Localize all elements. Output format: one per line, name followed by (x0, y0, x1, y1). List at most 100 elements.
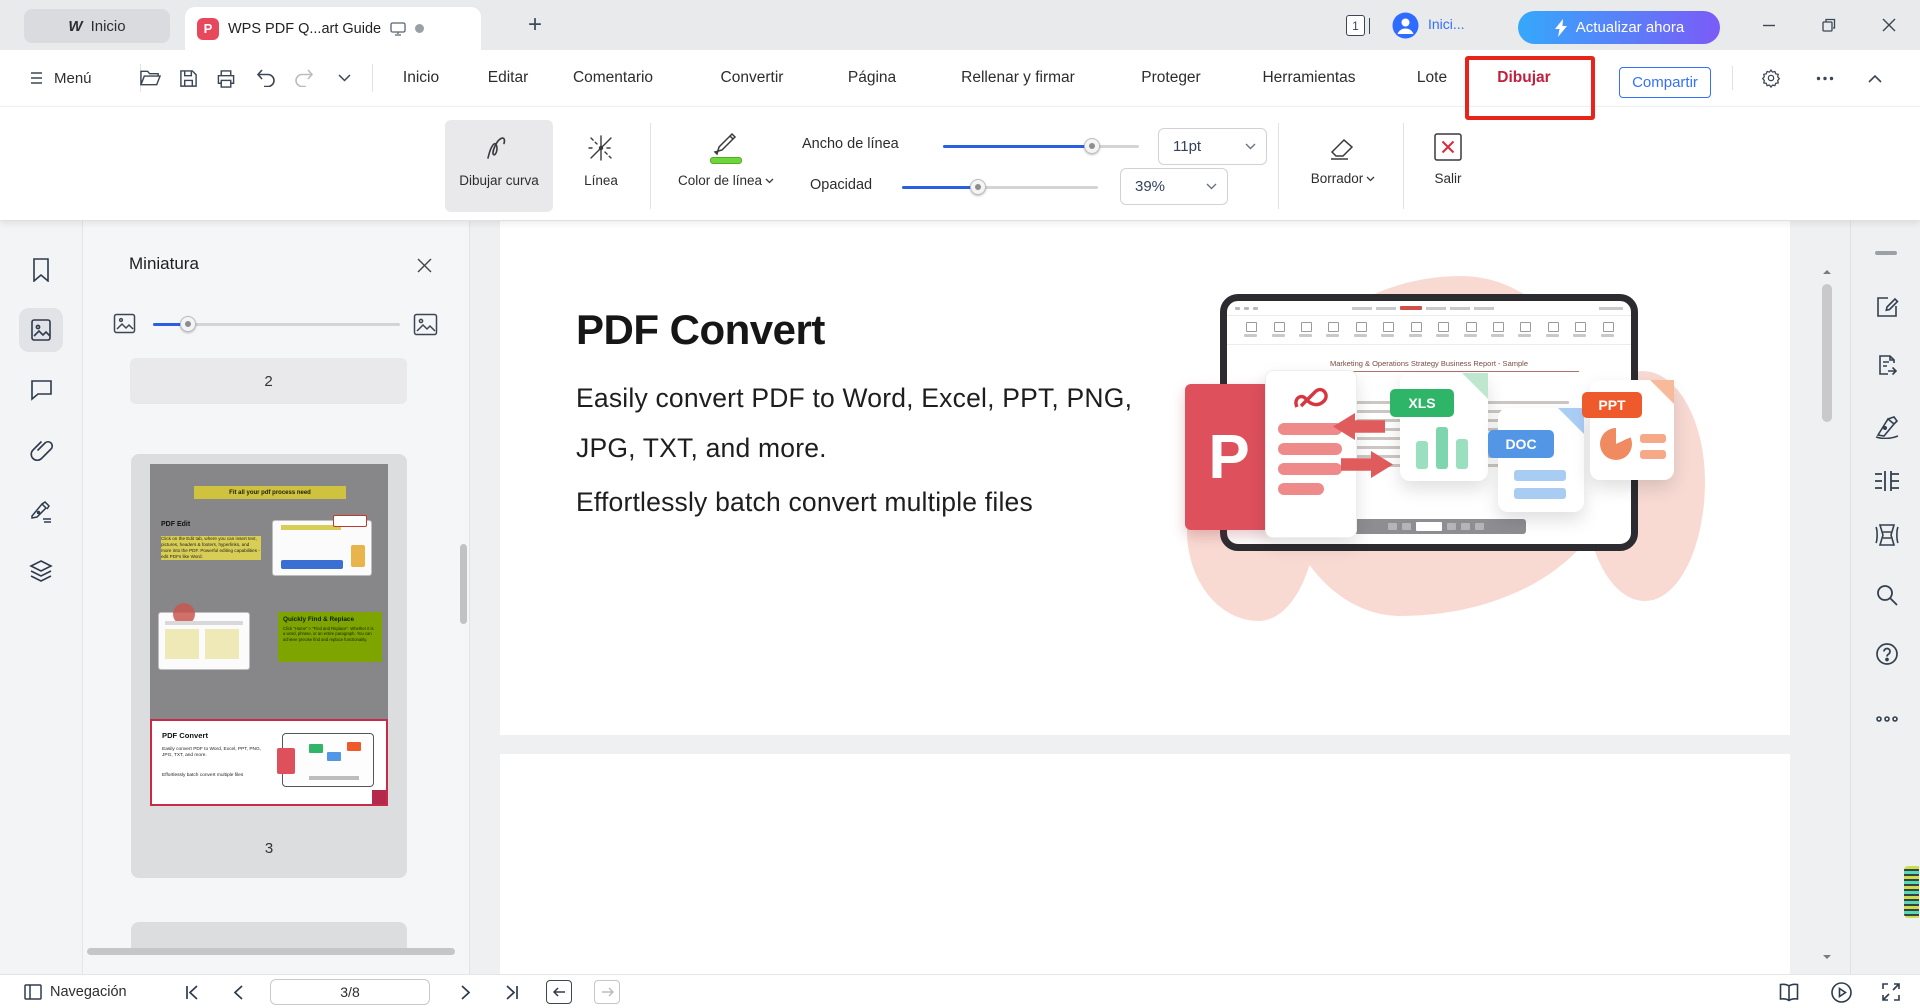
slider-thumb[interactable] (179, 316, 196, 332)
tab-convertir[interactable]: Convertir (712, 65, 792, 91)
xls-badge: XLS (1390, 389, 1454, 417)
next-page-button[interactable] (452, 980, 480, 1004)
thumbnail-zoom-slider[interactable] (153, 316, 400, 332)
thumb-convert-line2: Effortlessly batch convert multiple file… (162, 773, 244, 778)
line-width-slider[interactable] (943, 138, 1139, 154)
undo-button[interactable] (253, 65, 279, 91)
eraser-icon (1330, 138, 1354, 160)
home-tab[interactable]: W Inicio (24, 9, 170, 43)
signature-icon[interactable] (19, 489, 63, 533)
tab-proteger[interactable]: Proteger (1128, 65, 1214, 91)
arrow-left-icon (1333, 413, 1385, 440)
opacity-slider[interactable] (902, 179, 1098, 195)
tab-rellenar-y-firmar[interactable]: Rellenar y firmar (938, 65, 1098, 91)
avatar[interactable] (1392, 12, 1419, 39)
ribbon-tab-bar: Menú Inicio Editar Comentario Convertir … (0, 50, 1920, 120)
thumb-screenshot-1 (272, 515, 372, 576)
read-mode-icon[interactable] (1774, 980, 1804, 1004)
scroll-up-icon[interactable] (1821, 266, 1833, 278)
thumb-convert-title: PDF Convert (162, 731, 208, 740)
last-page-button[interactable] (498, 980, 526, 1004)
opacity-dropdown[interactable]: 39% (1120, 168, 1228, 205)
view-back-button[interactable] (546, 980, 572, 1004)
compress-icon[interactable] (1873, 521, 1901, 549)
monitor-icon (390, 21, 406, 36)
thumbnail-page-3[interactable]: Fit all your pdf process need PDF Edit C… (131, 454, 407, 878)
export-page-icon[interactable] (1873, 351, 1901, 379)
tab-dibujar[interactable]: Dibujar (1484, 65, 1564, 91)
line-color-button[interactable]: Color de línea (662, 120, 790, 212)
share-button[interactable]: Compartir (1619, 67, 1711, 98)
scroll-down-icon[interactable] (1821, 951, 1833, 963)
eraser-button[interactable]: Borrador (1298, 120, 1388, 212)
thumbnail-page-2[interactable]: 2 (130, 358, 407, 404)
document-tab[interactable]: P WPS PDF Q...art Guide (185, 7, 481, 50)
slider-thumb[interactable] (970, 179, 987, 195)
bookmark-icon[interactable] (19, 248, 63, 292)
draw-curve-button[interactable]: Dibujar curva (445, 120, 553, 212)
menu-button[interactable]: Menú (30, 64, 92, 92)
layers-icon[interactable] (19, 549, 63, 593)
line-star-icon (588, 135, 614, 161)
line-width-dropdown[interactable]: 11pt (1158, 128, 1267, 165)
line-tool-button[interactable]: Línea (562, 120, 640, 212)
highlight-corner-handle[interactable] (372, 790, 386, 804)
tab-inicio[interactable]: Inicio (395, 65, 447, 91)
account-name[interactable]: Inici... (1428, 16, 1480, 32)
exit-draw-button[interactable]: Salir (1415, 120, 1481, 212)
edit-pdf-icon[interactable] (1873, 293, 1901, 321)
pdf-page-3: PDF Convert Easily convert PDF to Word, … (500, 221, 1790, 735)
ppt-file-card: PPT (1582, 380, 1674, 480)
window-stack-icon (1367, 17, 1370, 34)
page-indicator-input[interactable]: 3/8 (270, 979, 430, 1005)
zoom-out-thumbnails-icon[interactable] (113, 313, 136, 334)
panel-horizontal-scrollbar[interactable] (87, 948, 455, 955)
tab-lote[interactable]: Lote (1408, 65, 1456, 91)
collapse-ribbon-icon[interactable] (1862, 65, 1888, 91)
update-now-button[interactable]: Actualizar ahora (1518, 11, 1720, 44)
signature-pen-icon[interactable] (1873, 413, 1901, 441)
help-icon[interactable] (1873, 640, 1901, 668)
opacity-value: 39% (1135, 178, 1166, 195)
print-button[interactable] (213, 65, 239, 91)
save-button[interactable] (175, 65, 201, 91)
attachment-icon[interactable] (19, 428, 63, 472)
collapse-handle-icon[interactable] (1875, 251, 1897, 255)
tab-pagina[interactable]: Página (841, 65, 903, 91)
redo-button[interactable] (291, 65, 317, 91)
more-options-icon[interactable] (1812, 65, 1838, 91)
previous-page-button[interactable] (224, 980, 252, 1004)
panel-close-icon[interactable] (413, 254, 435, 276)
panel-vertical-scrollbar[interactable] (460, 544, 467, 624)
tab-comentario[interactable]: Comentario (566, 65, 660, 91)
minimize-button[interactable] (1752, 10, 1786, 40)
restore-button[interactable] (1812, 10, 1846, 40)
columns-layout-icon[interactable] (1873, 467, 1901, 495)
chevron-down-icon (1366, 176, 1375, 181)
navigation-toggle[interactable]: Navegación (24, 980, 127, 1004)
close-button[interactable] (1872, 10, 1906, 40)
first-page-button[interactable] (178, 980, 206, 1004)
view-forward-button[interactable] (594, 980, 620, 1004)
open-folder-button[interactable] (137, 65, 163, 91)
more-tools-icon[interactable] (1873, 705, 1901, 733)
window-count-badge[interactable]: 1 (1346, 15, 1370, 36)
divider (372, 64, 373, 92)
doc-badge: DOC (1488, 430, 1554, 458)
tab-editar[interactable]: Editar (480, 65, 536, 91)
new-tab-button[interactable]: + (520, 10, 550, 40)
zoom-in-thumbnails-icon[interactable] (413, 313, 438, 336)
comments-panel-icon[interactable] (19, 368, 63, 412)
search-icon[interactable] (1873, 581, 1901, 609)
thumbnail-panel-icon[interactable] (19, 308, 63, 352)
tab-herramientas[interactable]: Herramientas (1246, 65, 1372, 91)
thumbnail-page-4-partial[interactable] (131, 922, 407, 950)
settings-gear-icon[interactable] (1758, 65, 1784, 91)
presentation-play-icon[interactable] (1826, 980, 1856, 1004)
slider-thumb[interactable] (1083, 138, 1100, 154)
page-2-number: 2 (264, 372, 273, 390)
fullscreen-icon[interactable] (1876, 980, 1906, 1004)
scrollbar-thumb[interactable] (1822, 284, 1832, 422)
chevron-down-icon[interactable] (331, 65, 357, 91)
thumb-screenshot-2 (158, 603, 250, 670)
